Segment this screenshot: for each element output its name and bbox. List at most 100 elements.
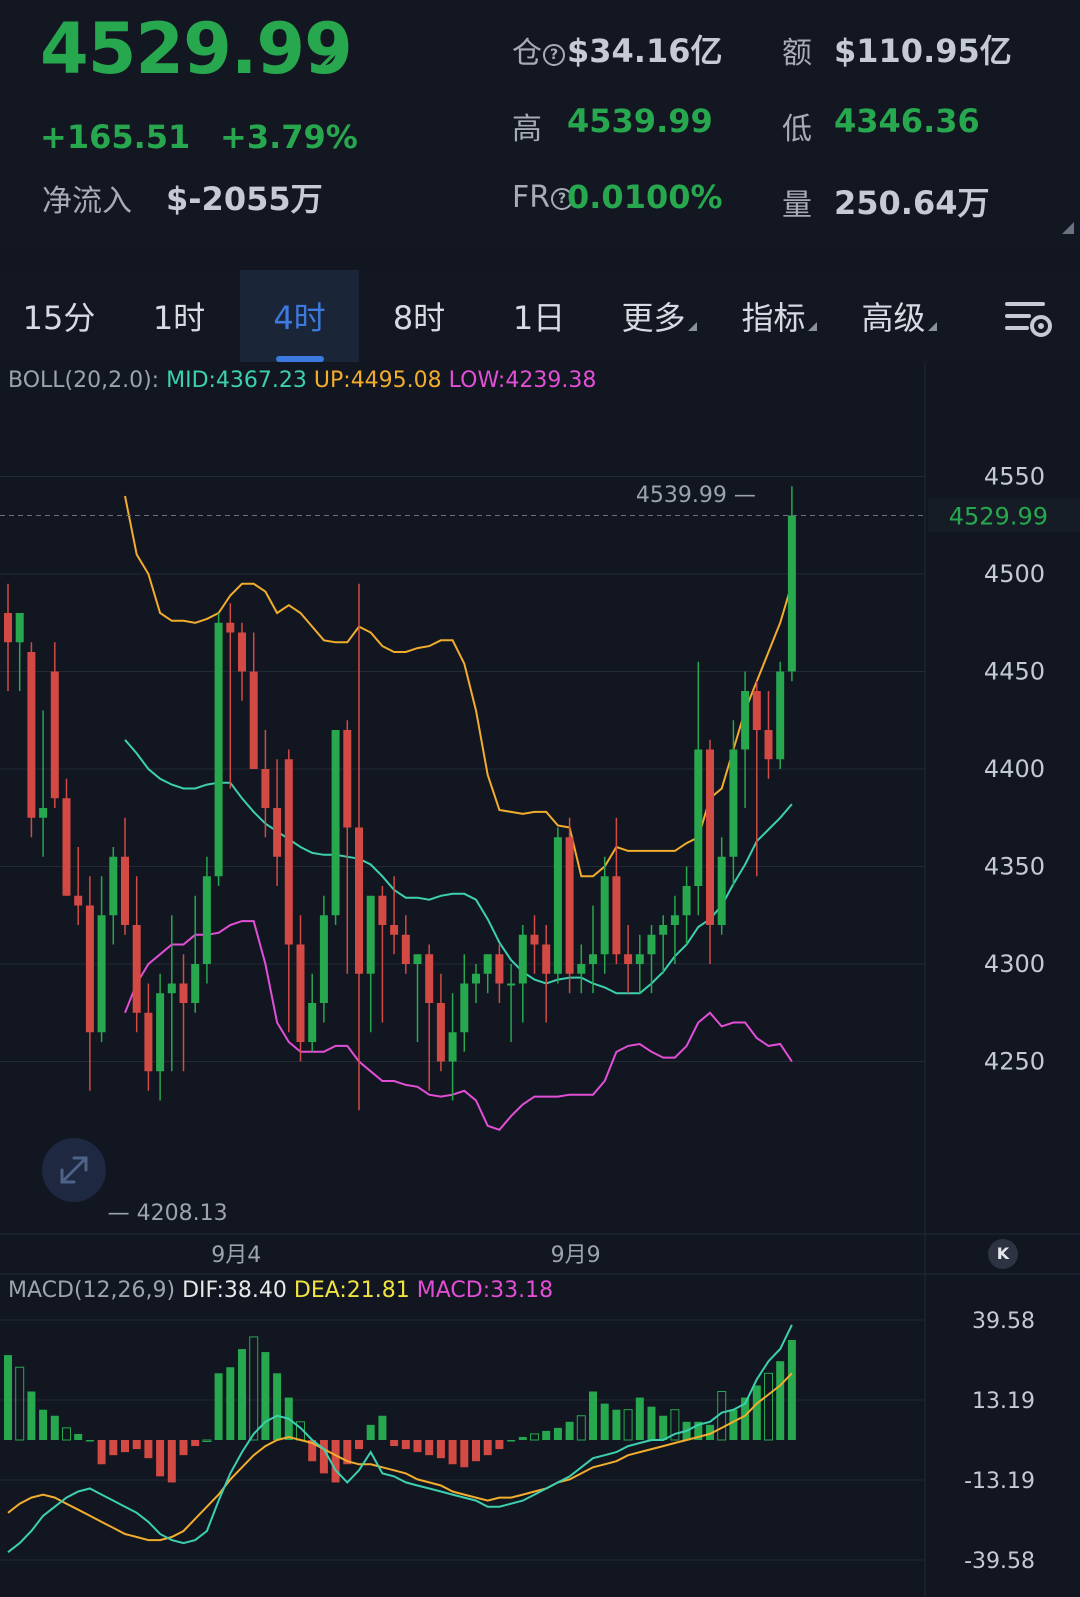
macd-y-tick-label: -39.58 xyxy=(964,1549,1035,1574)
candle-body xyxy=(121,856,129,925)
interval-tabs: 15分 1时 4时 8时 1日 更多 指标 高级 xyxy=(0,270,1080,362)
candle-body xyxy=(565,837,574,974)
candle-body xyxy=(472,973,480,984)
tab-label: 1时 xyxy=(152,299,206,337)
tab-more[interactable]: 更多 xyxy=(600,270,718,362)
expand-corner-icon[interactable] xyxy=(1062,222,1074,234)
y-tick-label: 4350 xyxy=(984,853,1045,881)
candle-body xyxy=(214,622,223,877)
y-tick-label: 4550 xyxy=(984,463,1045,491)
y-tick-label: 4400 xyxy=(984,755,1045,783)
candle-body xyxy=(15,613,24,643)
tab-4h[interactable]: 4时 xyxy=(240,270,359,362)
tab-indicators[interactable]: 指标 xyxy=(720,270,838,362)
macd-histogram-bar xyxy=(214,1373,223,1440)
volume-label: 量 xyxy=(782,188,812,223)
candle-body xyxy=(694,749,703,886)
candle-body xyxy=(401,934,410,964)
high-value: 4539.99 xyxy=(567,102,713,140)
fullscreen-button[interactable] xyxy=(42,1138,106,1202)
macd-dea-line xyxy=(7,1372,793,1542)
tab-8h[interactable]: 8时 xyxy=(360,270,478,362)
candle-body xyxy=(390,925,399,935)
open-interest-label[interactable]: 仓? xyxy=(512,28,565,72)
net-inflow-label: 净流入 xyxy=(42,184,132,219)
low-value: 4346.36 xyxy=(834,102,980,140)
candle-body xyxy=(612,876,621,955)
candle-body xyxy=(436,1003,445,1062)
tab-1h[interactable]: 1时 xyxy=(120,270,238,362)
net-inflow-value: $-2055万 xyxy=(166,180,323,218)
last-price-label: 4529.99 xyxy=(949,503,1048,531)
candle-body xyxy=(273,808,282,857)
x-tick-label: 9月9 xyxy=(551,1243,601,1268)
macd-histogram-bar xyxy=(39,1409,48,1440)
tab-15m[interactable]: 15分 xyxy=(0,270,118,362)
candle-body xyxy=(495,954,504,984)
candle-body xyxy=(542,944,551,974)
macd-histogram-bar xyxy=(483,1440,492,1456)
candle-body xyxy=(238,632,246,672)
macd-y-tick-label: -13.19 xyxy=(964,1469,1035,1494)
tab-label: 15分 xyxy=(22,299,96,337)
candle-body xyxy=(600,876,609,955)
candle-body xyxy=(85,905,94,1033)
min-price-marker: — 4208.13 xyxy=(108,1201,228,1226)
high-label: 高 xyxy=(512,112,542,147)
candle-body xyxy=(483,954,492,974)
macd-histogram-bar xyxy=(565,1421,574,1440)
chart-settings-icon[interactable] xyxy=(1003,296,1057,340)
macd-histogram-bar xyxy=(249,1336,259,1441)
macd-histogram-bar xyxy=(355,1440,363,1450)
help-icon[interactable]: ? xyxy=(543,44,565,66)
y-tick-label: 4450 xyxy=(984,658,1045,686)
last-price: 4529.99 xyxy=(40,8,353,90)
candle-body xyxy=(624,954,633,964)
macd-histogram-bar xyxy=(156,1440,165,1477)
macd-histogram-bar xyxy=(62,1427,71,1441)
candle-body xyxy=(530,934,539,945)
candle-body xyxy=(50,671,59,799)
macd-histogram-bar xyxy=(319,1440,328,1474)
macd-histogram-bar xyxy=(202,1439,212,1442)
macd-histogram-bar xyxy=(623,1409,633,1441)
candle-body xyxy=(460,983,469,1033)
macd-histogram-bar xyxy=(238,1349,246,1440)
candle-body xyxy=(156,993,165,1072)
expand-arrows-icon xyxy=(60,1156,88,1184)
low-label: 低 xyxy=(782,112,812,147)
candle-body xyxy=(366,895,375,974)
candle-body xyxy=(226,622,235,633)
dropdown-corner-icon xyxy=(927,322,937,331)
funding-rate-text: FR xyxy=(512,180,551,215)
dropdown-corner-icon xyxy=(687,322,697,331)
funding-rate-label[interactable]: FR? xyxy=(512,180,574,215)
candle-body xyxy=(425,954,434,1003)
macd-histogram-bar xyxy=(366,1424,375,1440)
boll-upper-line xyxy=(124,495,793,878)
candlestick-chart: 4550 4500 4450 4400 4350 4300 4250 9月4 9月9 4529.9… xyxy=(0,362,1080,1597)
turnover-label: 额 xyxy=(782,36,812,71)
macd-histogram-bar xyxy=(764,1372,773,1441)
candle-body xyxy=(355,827,363,974)
macd-histogram-bar xyxy=(144,1440,153,1459)
candle-body xyxy=(647,934,656,955)
tab-1d[interactable]: 1日 xyxy=(480,270,598,362)
candle-body xyxy=(191,964,200,1003)
dropdown-corner-icon xyxy=(807,322,817,331)
macd-histogram-bar xyxy=(752,1385,761,1440)
tab-label: 8时 xyxy=(392,299,446,337)
candle-body xyxy=(717,856,726,925)
y-tick-label: 4300 xyxy=(984,950,1045,978)
macd-histogram-bar xyxy=(167,1440,176,1483)
macd-histogram-bar xyxy=(109,1440,118,1456)
candle-body xyxy=(308,1003,317,1042)
tab-label: 4时 xyxy=(273,299,326,337)
candle-body xyxy=(729,749,738,857)
x-tick-label: 9月4 xyxy=(211,1243,261,1268)
turnover-value: $110.95亿 xyxy=(834,32,1012,70)
candle-body xyxy=(74,895,83,906)
macd-histogram-bar xyxy=(576,1415,586,1441)
tab-advanced[interactable]: 高级 xyxy=(840,270,958,362)
candle-body xyxy=(706,749,714,925)
